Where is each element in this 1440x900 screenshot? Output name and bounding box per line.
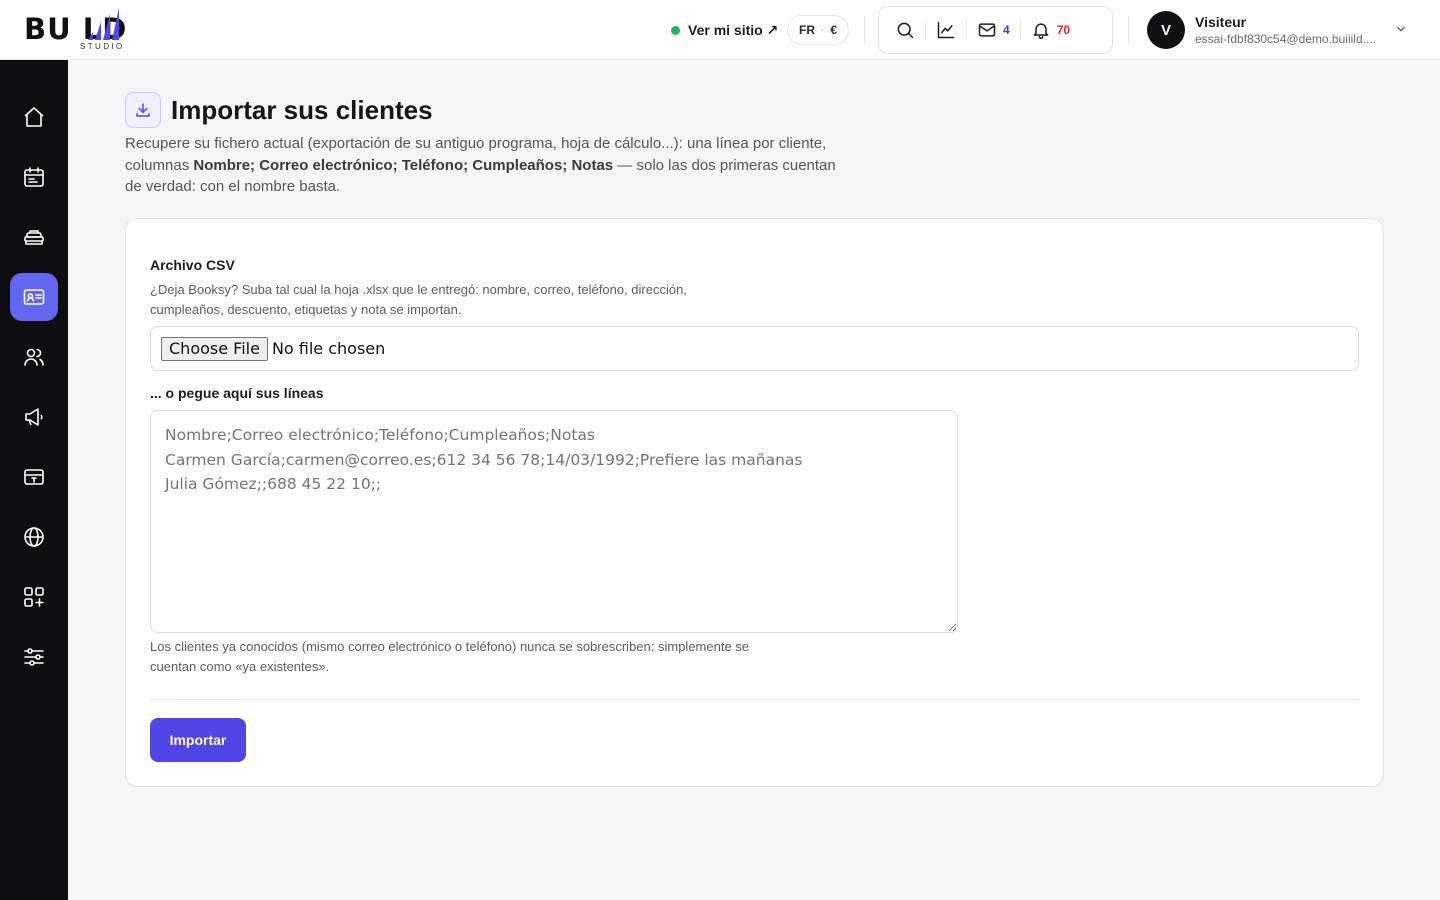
sliders-icon [24,648,44,666]
csv-file-help: ¿Deja Booksy? Suba tal cual la hoja .xls… [150,282,687,317]
user-info: Visiteur essai-fdbf830c54@demo.buiiild..… [1195,14,1376,47]
csv-file-input[interactable]: Choose File No file chosen [150,326,1359,371]
sidebar-item-calendar[interactable] [10,153,58,201]
contact-card-icon [23,289,45,305]
intro-columns: Nombre; Correo electrónico; Teléfono; Cu… [193,156,614,174]
sidebar [0,60,68,900]
language-code: FR [798,23,815,37]
file-status: No file chosen [271,339,386,358]
import-icon-box [125,92,161,128]
paste-lines-label: ... o pegue aquí sus líneas [150,385,324,401]
logo-subtitle: STUDIO [80,42,125,51]
csv-file-label: Archivo CSV [150,257,235,273]
sidebar-item-apps[interactable] [10,573,58,621]
notifications-count: 70 [1056,23,1071,37]
user-menu[interactable]: V Visiteur essai-fdbf830c54@demo.buiiild… [1147,11,1376,49]
header-divider [864,16,865,44]
paste-lines-textarea[interactable] [150,410,958,633]
stats-button[interactable] [926,12,966,48]
sidebar-item-payments[interactable] [10,453,58,501]
search-icon [897,22,914,39]
search-button[interactable] [885,12,925,48]
avatar: V [1147,11,1185,49]
page-title: Importar sus clientes [171,94,433,125]
users-icon [24,348,44,366]
chevron-down-icon[interactable] [1394,22,1408,36]
view-site-link[interactable]: Ver mi sitio ↗ [671,20,778,40]
import-form-card: Archivo CSV ¿Deja Booksy? Suba tal cual … [125,218,1384,787]
header-divider [1128,16,1129,44]
card-icon [24,469,44,485]
top-bar: BU LD STUDIO Ver mi sitio ↗ FR · € 4 70 … [0,0,1440,60]
download-icon [136,103,150,117]
calendar-icon [24,167,44,187]
import-button[interactable]: Importar [150,718,246,762]
notifications-button[interactable]: 70 [1021,12,1080,48]
sidebar-item-settings[interactable] [10,633,58,681]
currency-symbol: € [830,23,838,37]
stack-icon [24,230,44,245]
online-status-dot [671,25,680,35]
sidebar-item-services[interactable] [10,213,58,261]
mail-icon [978,23,996,37]
sidebar-item-marketing[interactable] [10,393,58,441]
choose-file-button[interactable]: Choose File [161,336,268,361]
sidebar-item-website[interactable] [10,513,58,561]
bell-icon [1033,23,1049,40]
user-name: Visiteur [1195,13,1247,30]
apps-plus-icon [24,587,44,607]
page-header: Importar sus clientes [125,92,433,128]
brand-logo[interactable]: BU LD STUDIO [24,8,184,52]
page-intro: Recupere su fichero actual (exportación … [125,133,855,198]
logo-bars-icon [88,8,119,40]
view-site-label: Ver mi sitio ↗ [688,21,779,38]
sidebar-item-home[interactable] [10,93,58,141]
language-separator: · [820,24,825,36]
sidebar-item-team[interactable] [10,333,58,381]
globe-icon [24,527,44,547]
messages-button[interactable]: 4 [967,12,1020,48]
language-currency-switcher[interactable]: FR · € [787,15,849,45]
home-icon [24,107,44,127]
user-email: essai-fdbf830c54@demo.buiiild.... [1195,31,1376,46]
chart-line-icon [937,21,955,39]
sidebar-item-clients[interactable] [10,273,58,321]
megaphone-icon [25,408,43,426]
header-toolbar: 4 70 [878,6,1113,54]
form-divider [150,699,1359,700]
paste-lines-help: Los clientes ya conocidos (mismo correo … [150,639,750,674]
messages-count: 4 [1003,23,1010,37]
